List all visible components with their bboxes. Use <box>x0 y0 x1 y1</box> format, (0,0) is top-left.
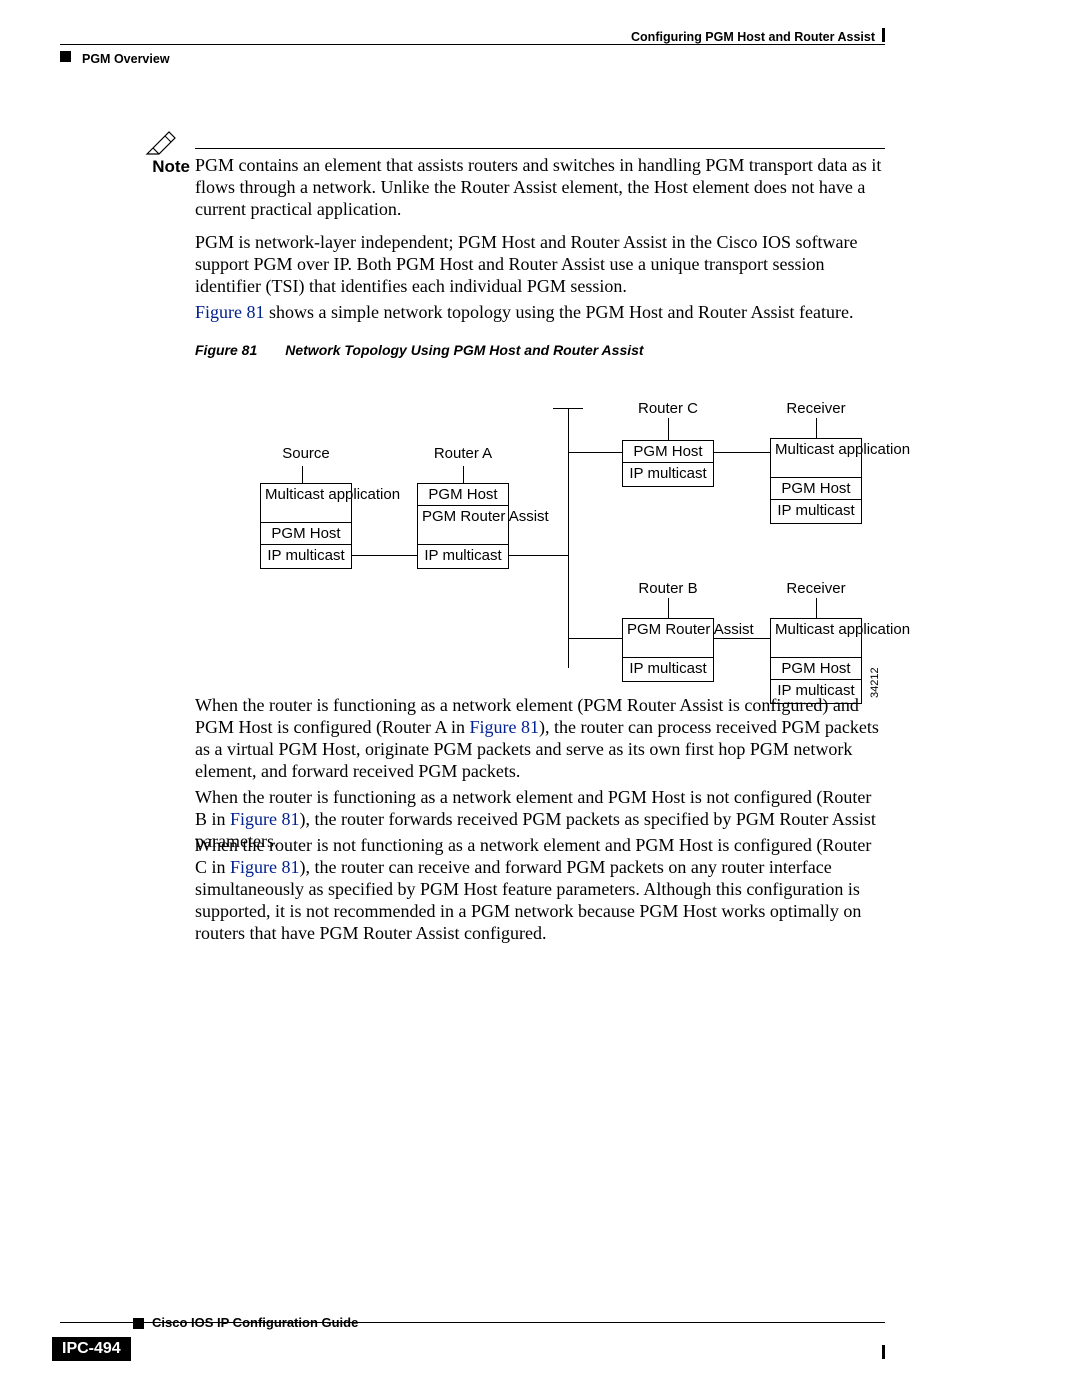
note-body: PGM contains an element that assists rou… <box>195 155 885 221</box>
node-receiver2-layer-0: Multicast application <box>770 618 862 658</box>
connector <box>463 466 464 483</box>
footer-tick <box>882 1345 885 1359</box>
header-chapter: Configuring PGM Host and Router Assist <box>631 30 875 44</box>
node-routerC-layer-0: PGM Host <box>622 440 714 465</box>
paragraph-1: PGM is network-layer independent; PGM Ho… <box>195 232 885 298</box>
figure-number: Figure 81 <box>195 342 257 358</box>
node-routerA-title: Router A <box>417 445 509 462</box>
network-diagram: Source Multicast application PGM Host IP… <box>195 370 885 700</box>
figure-link[interactable]: Figure 81 <box>470 717 540 737</box>
paragraph-2: Figure 81 shows a simple network topolog… <box>195 302 885 324</box>
node-routerB-title: Router B <box>622 580 714 597</box>
node-receiver2-title: Receiver <box>770 580 862 597</box>
connector <box>352 555 417 556</box>
node-receiver2-layer-1: PGM Host <box>770 657 862 682</box>
connector <box>668 598 669 618</box>
connector <box>509 555 569 556</box>
node-routerA-layer-1: PGM Router Assist <box>417 505 509 545</box>
connector <box>816 598 817 618</box>
node-source-layer-2: IP multicast <box>260 544 352 569</box>
header-section: PGM Overview <box>82 52 170 66</box>
node-receiver1-layer-2: IP multicast <box>770 499 862 524</box>
figure-link[interactable]: Figure 81 <box>195 302 265 322</box>
note-rule <box>195 148 885 149</box>
connector <box>568 452 622 453</box>
header-square-icon <box>60 51 71 62</box>
connector <box>668 418 669 440</box>
footer-book-title: Cisco IOS IP Configuration Guide <box>152 1315 358 1330</box>
node-source-title: Source <box>260 445 352 462</box>
connector <box>568 638 622 639</box>
node-routerB-layer-0: PGM Router Assist <box>622 618 714 658</box>
node-source-layer-0: Multicast application <box>260 483 352 523</box>
header-rule <box>60 44 885 45</box>
figure-caption: Figure 81 Network Topology Using PGM Host… <box>195 342 644 358</box>
node-routerA-layer-2: IP multicast <box>417 544 509 569</box>
figure-caption-text: Network Topology Using PGM Host and Rout… <box>285 342 643 358</box>
figure-link[interactable]: Figure 81 <box>230 809 300 829</box>
node-routerC-layer-1: IP multicast <box>622 462 714 487</box>
note-label: Note <box>140 157 190 177</box>
connector <box>568 408 569 428</box>
header-tick <box>882 28 885 42</box>
connector <box>302 466 303 483</box>
paragraph-5: When the router is not functioning as a … <box>195 835 885 945</box>
footer-page-number: IPC-494 <box>52 1337 131 1361</box>
footer-square-icon <box>133 1318 144 1329</box>
figure-id: 34212 <box>869 667 881 698</box>
node-routerC-title: Router C <box>622 400 714 417</box>
paragraph-3: When the router is functioning as a netw… <box>195 695 885 783</box>
node-routerB-layer-1: IP multicast <box>622 657 714 682</box>
connector <box>714 638 770 639</box>
paragraph-2-tail: shows a simple network topology using th… <box>265 302 854 322</box>
node-routerA-layer-0: PGM Host <box>417 483 509 508</box>
connector <box>816 418 817 438</box>
node-receiver1-layer-0: Multicast application <box>770 438 862 478</box>
node-receiver1-layer-1: PGM Host <box>770 477 862 502</box>
connector <box>714 452 770 453</box>
connector <box>568 428 569 668</box>
node-receiver1-title: Receiver <box>770 400 862 417</box>
figure-link[interactable]: Figure 81 <box>230 857 300 877</box>
node-source-layer-1: PGM Host <box>260 522 352 547</box>
connector <box>553 408 583 409</box>
